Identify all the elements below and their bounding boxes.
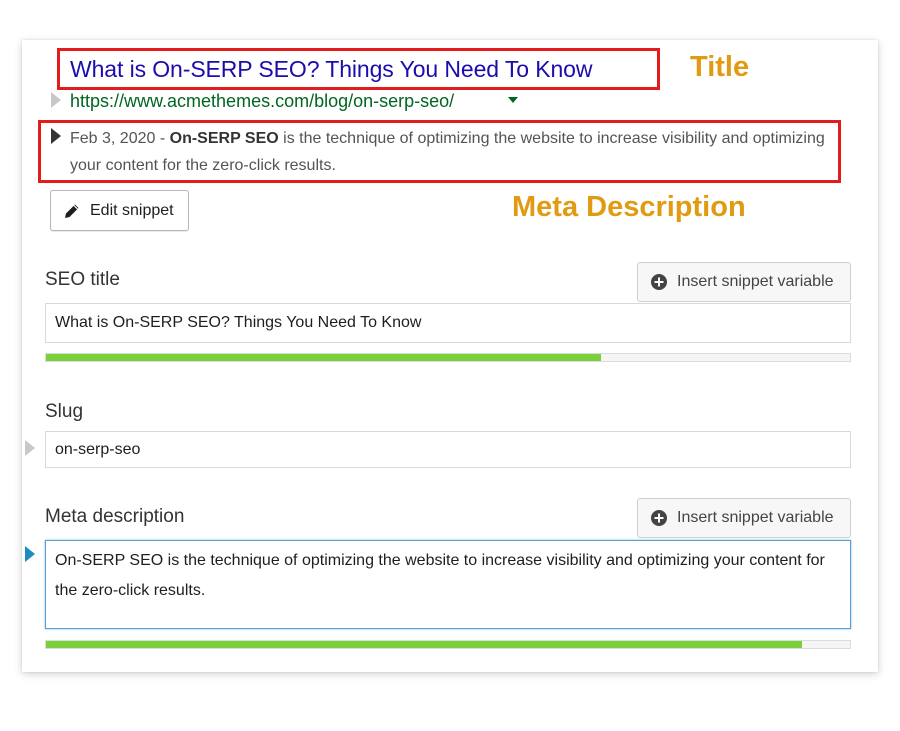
slug-value: on-serp-seo (55, 440, 141, 458)
seo-title-label: SEO title (45, 269, 120, 290)
insert-snippet-variable-button[interactable]: Insert snippet variable (637, 262, 851, 302)
edit-snippet-label: Edit snippet (90, 201, 174, 219)
meta-description-label: Meta description (45, 506, 185, 527)
plus-circle-icon (651, 510, 667, 526)
seo-title-progress-fill (46, 354, 601, 361)
seo-title-value: What is On-SERP SEO? Things You Need To … (55, 314, 422, 331)
title-annotation: Title (690, 51, 750, 83)
meta-highlight-box (38, 120, 841, 183)
seo-title-progress-bar (45, 353, 851, 362)
url-row-caret-icon (51, 92, 61, 108)
meta-description-value: On-SERP SEO is the technique of optimizi… (55, 552, 825, 599)
meta-description-textarea[interactable]: On-SERP SEO is the technique of optimizi… (45, 540, 851, 629)
url-dropdown-caret-icon[interactable] (508, 97, 518, 103)
plus-circle-icon (651, 274, 667, 290)
meta-description-progress-bar (45, 640, 851, 649)
insert-snippet-variable-label: Insert snippet variable (677, 273, 834, 290)
title-highlight-box (57, 48, 660, 90)
slug-input[interactable]: on-serp-seo (45, 431, 851, 468)
edit-snippet-button[interactable]: Edit snippet (50, 190, 189, 231)
pencil-icon (63, 202, 81, 220)
meta-description-annotation: Meta Description (512, 191, 746, 223)
meta-description-progress-fill (46, 641, 802, 648)
preview-url: https://www.acmethemes.com/blog/on-serp-… (70, 91, 455, 111)
seo-title-input[interactable]: What is On-SERP SEO? Things You Need To … (45, 303, 851, 343)
slug-row-caret-icon (25, 440, 35, 456)
slug-label: Slug (45, 401, 84, 422)
insert-snippet-variable-button[interactable]: Insert snippet variable (637, 498, 851, 538)
meta-description-focus-caret-icon (25, 546, 35, 562)
insert-snippet-variable-label: Insert snippet variable (677, 509, 834, 526)
